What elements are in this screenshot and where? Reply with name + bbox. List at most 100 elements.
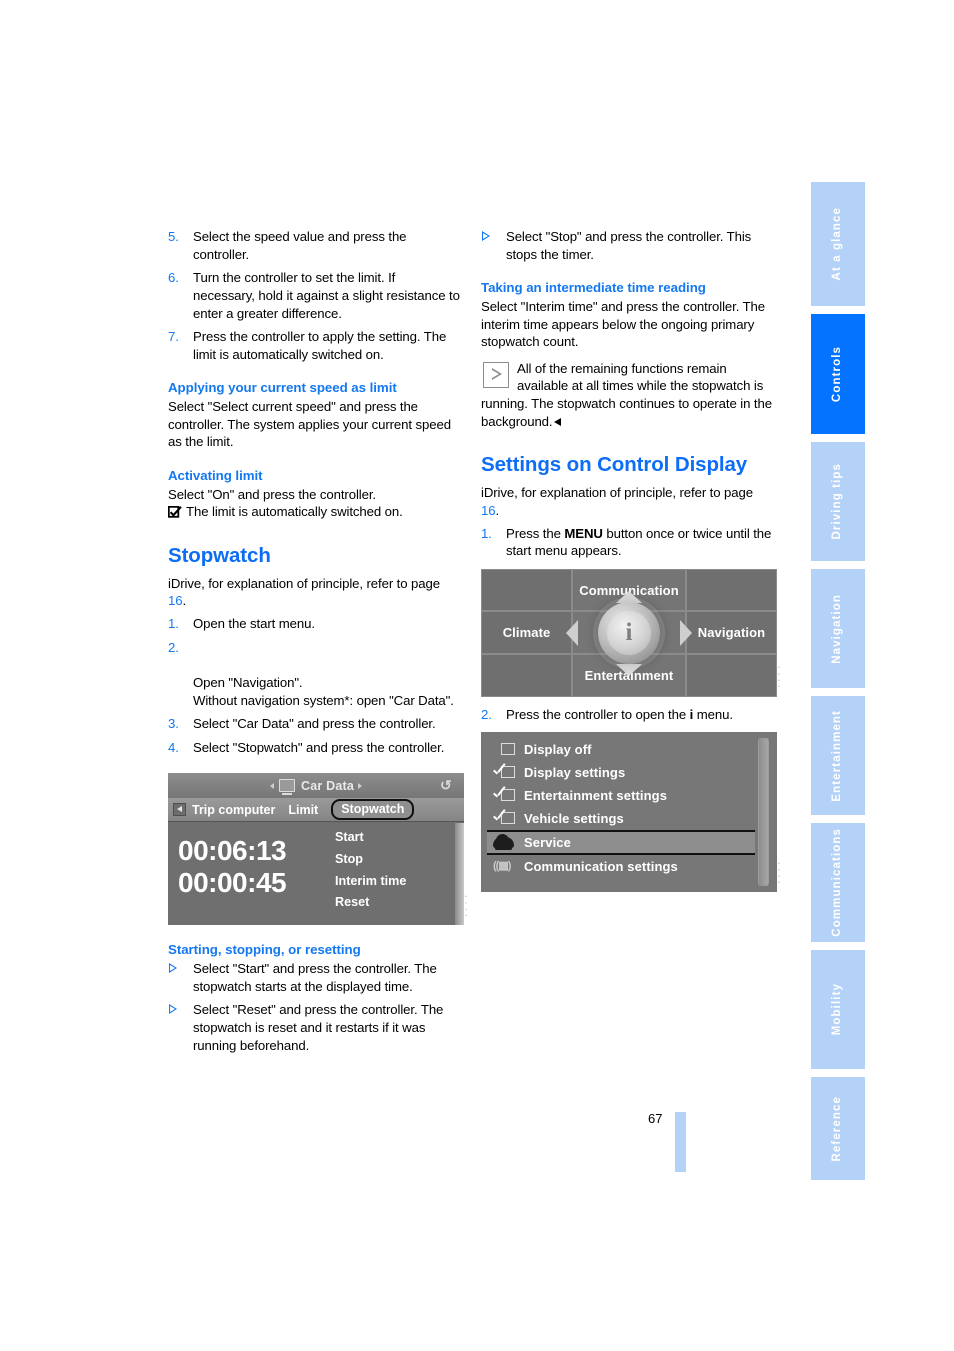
i-menu-item-vehicle-settings[interactable]: Vehicle settings <box>487 807 755 830</box>
car-data-tabbar: Trip computer Limit Stopwatch <box>168 798 464 823</box>
list-item: 1. Press the MENU button once or twice u… <box>481 525 773 560</box>
empty-square-icon <box>493 742 515 758</box>
sidebar-tab-communications[interactable]: Communications <box>811 823 865 942</box>
sidebar-tab-label: Reference <box>831 1095 844 1162</box>
start-menu-item-navigation[interactable]: Navigation <box>685 611 777 655</box>
list-item: Select "Stop" and press the controller. … <box>481 228 773 263</box>
i-menu-label: Display settings <box>524 765 626 781</box>
step-number: 4. <box>168 739 179 755</box>
sidebar-tab-navigation[interactable]: Navigation <box>811 569 865 688</box>
manual-page: At a glance Controls Driving tips Naviga… <box>0 0 954 1351</box>
list-item: 6. Turn the controller to set the limit.… <box>168 269 460 322</box>
left-text-column: 5. Select the speed value and press the … <box>167 228 469 1054</box>
i-menu-item-communication-settings[interactable]: ((▩) Communication settings <box>487 855 755 878</box>
sidebar-tab-label: Navigation <box>831 593 844 664</box>
heading-applying-current-speed: Applying your current speed as limit <box>168 380 397 396</box>
sidebar-tab-controls[interactable]: Controls <box>811 314 865 434</box>
i-menu-label: Display off <box>524 742 592 758</box>
menu-button-label: MENU <box>564 525 603 541</box>
boxed-triangle-icon <box>483 361 509 388</box>
refresh-icon[interactable]: ↺ <box>440 777 456 793</box>
computer-display-icon <box>278 779 295 796</box>
check-square-icon <box>493 765 515 781</box>
figure-code: ▫▫▫▫ <box>776 665 782 691</box>
start-menu-cell-empty-tl <box>481 568 573 612</box>
sidebar-tab-mobility[interactable]: Mobility <box>811 950 865 1069</box>
i-menu-item-entertainment-settings[interactable]: Entertainment settings <box>487 784 755 807</box>
control-display-start-menu: Communication Climate Navigation Enterta… <box>481 568 777 697</box>
scroll-indicator[interactable] <box>758 738 769 887</box>
car-data-tab-stopwatch[interactable]: Stopwatch <box>331 799 415 821</box>
right-text-column: Select "Stop" and press the controller. … <box>481 228 782 893</box>
figure-code: ▫▫▫▫ <box>776 860 782 887</box>
step-number: 5. <box>168 229 179 244</box>
stopwatch-menu-item-stop[interactable]: Stop <box>335 849 406 871</box>
i-menu-item-display-off[interactable]: Display off <box>487 738 755 761</box>
car-data-tab-limit[interactable]: Limit <box>288 803 318 817</box>
start-menu-label: Navigation <box>697 625 766 641</box>
page-reference-link[interactable]: 16 <box>481 503 496 518</box>
arrow-down-icon <box>616 663 642 676</box>
step-number: 3. <box>168 716 179 732</box>
paragraph-activating-limit: Select "On" and press the controller. <box>168 486 376 502</box>
step-number: 2. <box>481 706 492 722</box>
i-menu-item-display-settings[interactable]: Display settings <box>487 761 755 784</box>
step-text-pre: Press the <box>506 525 565 541</box>
sidebar-tab-entertainment[interactable]: Entertainment <box>811 696 865 815</box>
car-data-body: 00:06:13 00:00:45 Start Stop Interim tim… <box>168 823 464 926</box>
sidebar-tab-reference[interactable]: Reference <box>811 1077 865 1180</box>
sidebar-tab-label: Entertainment <box>831 709 844 802</box>
sidebar-tab-at-a-glance[interactable]: At a glance <box>811 182 865 306</box>
caret-right-icon <box>358 782 362 789</box>
sidebar-tab-driving-tips[interactable]: Driving tips <box>811 442 865 561</box>
stopwatch-menu-item-reset[interactable]: Reset <box>335 892 406 914</box>
page-reference-link[interactable]: 16 <box>168 593 183 608</box>
list-item: 1. Open the start menu. <box>168 615 460 633</box>
stopwatch-menu-item-start[interactable]: Start <box>335 827 406 849</box>
start-menu-label: Climate <box>502 625 551 641</box>
triangle-bullet-inner <box>170 1005 175 1012</box>
page-number: 67 <box>648 1111 663 1126</box>
paragraph-applying-current-speed: Select "Select current speed" and press … <box>168 399 451 450</box>
car-data-tab-trip-computer[interactable]: Trip computer <box>192 803 275 817</box>
sidebar-tab-label: Controls <box>831 345 844 403</box>
page-edge-marker <box>675 1112 686 1172</box>
step-text-pre: Press the controller to open the <box>506 706 690 722</box>
start-menu-screenshot: Communication Climate Navigation Enterta… <box>481 568 782 697</box>
steps-list-settings-2: 2. Press the controller to open the i me… <box>481 706 773 724</box>
triangle-bullet-inner <box>483 232 488 239</box>
list-item: 2. Press the controller to open the i me… <box>481 706 773 724</box>
i-menu-label: Vehicle settings <box>524 811 624 827</box>
stopwatch-times: 00:06:13 00:00:45 <box>178 835 287 898</box>
list-item: 4. Select "Stopwatch" and press the cont… <box>168 739 460 757</box>
stopwatch-menu: Start Stop Interim time Reset <box>335 827 406 914</box>
sidebar-tab-label: At a glance <box>831 207 844 281</box>
step-number: 2. <box>168 639 179 655</box>
triangle-bullet-inner <box>170 964 175 971</box>
i-menu-item-service[interactable]: Service <box>487 830 755 856</box>
list-item: Select "Reset" and press the controller.… <box>168 1001 460 1054</box>
step-number: 6. <box>168 270 179 286</box>
heading-activating-limit: Activating limit <box>168 467 263 483</box>
bullet-text: Select "Start" and press the controller.… <box>193 961 437 994</box>
step-text: Turn the controller to set the limit. If… <box>193 270 460 321</box>
i-info-knob-icon[interactable]: i <box>598 601 660 664</box>
caret-left-icon <box>269 782 274 789</box>
bullets-starting: Select "Start" and press the controller.… <box>168 960 460 1054</box>
check-car-icon <box>493 811 515 827</box>
paragraph-intermediate-time: Select "Interim time" and press the cont… <box>481 298 766 350</box>
start-menu-cell-empty-bl <box>481 654 573 697</box>
list-item: 3. Select "Car Data" and press the contr… <box>168 715 460 733</box>
i-menu-label: Service <box>524 835 571 851</box>
nav-left-icon[interactable] <box>173 803 186 817</box>
steps-list-stopwatch: 1. Open the start menu. 2. Open "Navigat… <box>168 615 460 756</box>
i-glyph: i <box>607 610 651 655</box>
control-display-car-data: Car Data ↺ Trip computer Limit Stopwatch… <box>168 773 464 926</box>
start-menu-item-climate[interactable]: Climate <box>481 611 573 655</box>
heading-settings-on-control-display: Settings on Control Display <box>481 453 748 477</box>
intro-suffix: . <box>182 593 187 609</box>
step-text: Press the controller to apply the settin… <box>193 329 447 362</box>
stopwatch-interim-time: 00:00:45 <box>178 866 287 898</box>
arrow-left-icon <box>566 619 578 646</box>
stopwatch-menu-item-interim-time[interactable]: Interim time <box>335 871 406 893</box>
